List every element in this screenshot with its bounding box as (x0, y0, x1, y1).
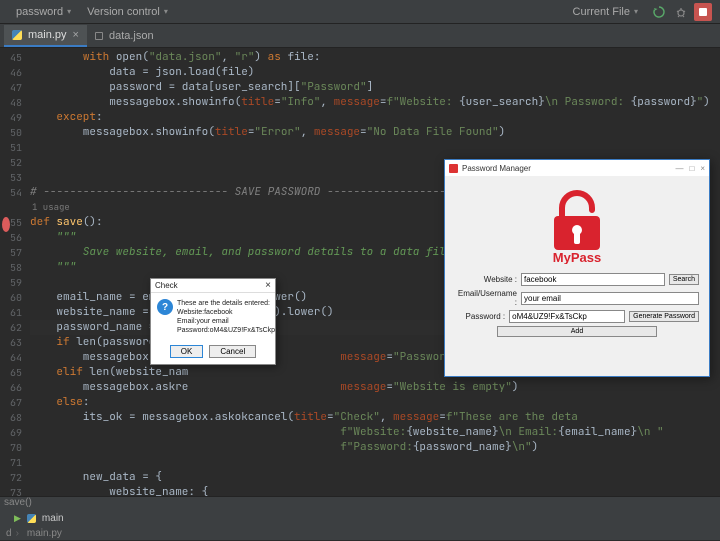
chevron-right-icon: ▶ (14, 513, 21, 524)
rerun-icon[interactable] (650, 3, 668, 21)
tab-label: main.py (28, 29, 67, 41)
cancel-button[interactable]: Cancel (209, 345, 256, 358)
crumb-item[interactable]: main.py (27, 528, 62, 539)
run-file-label: main (42, 513, 64, 524)
svg-text:MyPass: MyPass (553, 250, 601, 264)
debug-icon[interactable] (672, 3, 690, 21)
password-label: Password : (455, 312, 505, 321)
search-button[interactable]: Search (669, 274, 699, 285)
json-file-icon (95, 32, 103, 40)
check-dialog: Check × ? These are the details entered: … (150, 278, 276, 365)
pm-title-text: Password Manager (462, 164, 531, 173)
python-file-icon (27, 514, 36, 523)
close-icon[interactable]: × (700, 164, 705, 173)
ok-button[interactable]: OK (170, 345, 204, 358)
editor-tab-bar: main.py × data.json (0, 24, 720, 48)
dialog-message: These are the details entered: Website:f… (177, 299, 275, 335)
close-icon[interactable]: × (265, 280, 271, 291)
chevron-down-icon: ▾ (164, 7, 168, 16)
website-input[interactable] (521, 273, 665, 286)
vcs-selector[interactable]: Version control ▾ (79, 3, 176, 21)
password-input[interactable] (509, 310, 625, 323)
email-label: Email/Username : (455, 289, 517, 307)
minimize-icon[interactable]: — (675, 164, 683, 173)
close-icon[interactable]: × (73, 29, 79, 41)
generate-password-button[interactable]: Generate Password (629, 311, 699, 322)
password-manager-window: Password Manager — □ × MyPass Website : Se… (444, 159, 710, 377)
run-tab[interactable]: ▶ main (0, 511, 720, 525)
line-gutter: 4546474849505152535455565758596061626364… (0, 48, 28, 496)
info-icon: ? (157, 299, 173, 315)
top-toolbar: password ▾ Version control ▾ Current File ▾ (0, 0, 720, 24)
tab-label: data.json (109, 30, 154, 42)
project-name: password (16, 6, 63, 18)
run-config-label: Current File (573, 6, 630, 18)
tab-main-py[interactable]: main.py × (4, 25, 87, 47)
breadcrumb: d›main.py (0, 525, 720, 541)
dialog-title: Check (155, 281, 178, 290)
project-selector[interactable]: password ▾ (8, 3, 79, 21)
python-file-icon (12, 30, 22, 40)
stop-button[interactable] (694, 3, 712, 21)
vcs-label: Version control (87, 6, 160, 18)
maximize-icon[interactable]: □ (689, 164, 694, 173)
chevron-down-icon: ▾ (634, 7, 638, 16)
pm-titlebar[interactable]: Password Manager — □ × (445, 160, 709, 176)
pm-logo: MyPass (445, 176, 709, 271)
tab-data-json[interactable]: data.json (87, 25, 162, 47)
add-button[interactable]: Add (497, 326, 657, 337)
chevron-down-icon: ▾ (67, 7, 71, 16)
status-text: save() (4, 497, 32, 508)
dialog-titlebar[interactable]: Check × (151, 279, 275, 293)
email-input[interactable] (521, 292, 699, 305)
lock-icon (449, 164, 458, 173)
run-config-selector[interactable]: Current File ▾ (565, 3, 646, 21)
status-bar: save() (0, 497, 720, 511)
website-label: Website : (455, 275, 517, 284)
bottom-panel: save() ▶ main d›main.py (0, 496, 720, 540)
crumb-item[interactable]: d (6, 528, 12, 539)
